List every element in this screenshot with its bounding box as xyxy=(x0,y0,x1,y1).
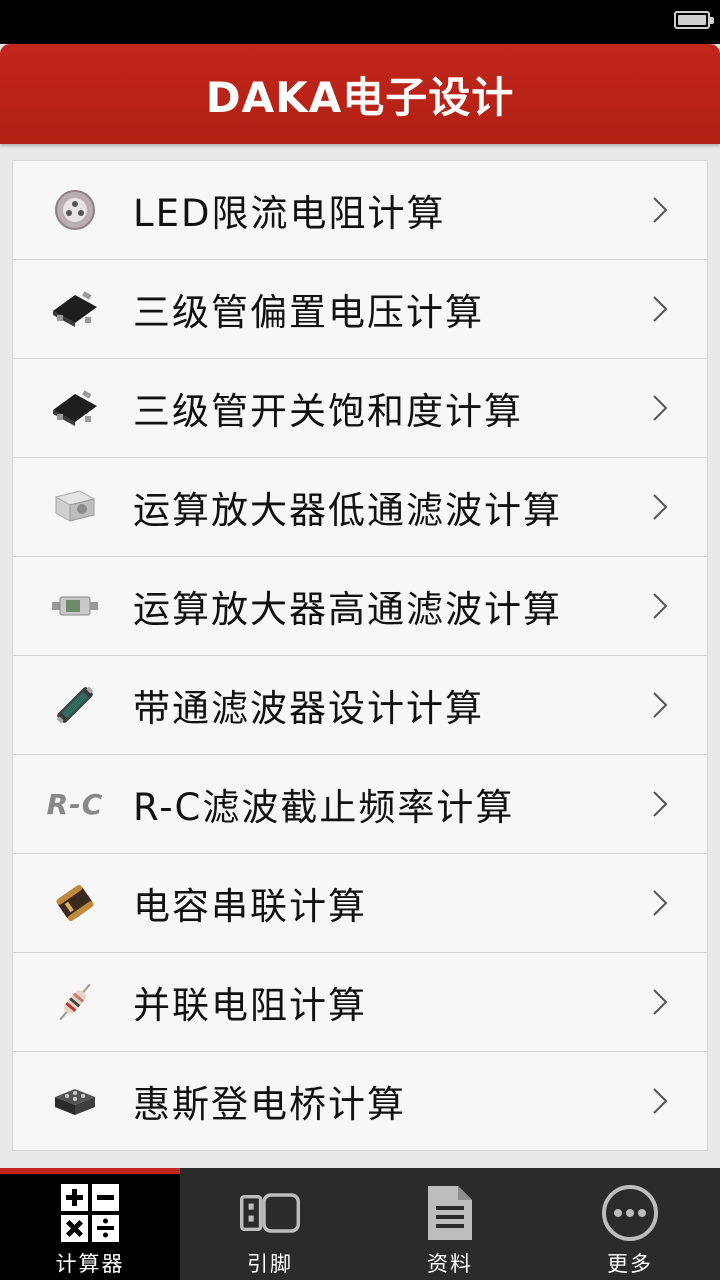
chevron-right-icon xyxy=(653,197,668,223)
list-item-label: 带通滤波器设计计算 xyxy=(133,687,484,730)
list-item-label: 运算放大器高通滤波计算 xyxy=(133,588,562,631)
tab-calculator[interactable]: 计算器 xyxy=(0,1168,180,1280)
bandpass-component-icon xyxy=(45,680,105,730)
tab-pinout[interactable]: 引脚 xyxy=(180,1168,360,1280)
tab-label: 更多 xyxy=(607,1252,653,1276)
list-item-label: 惠斯登电桥计算 xyxy=(133,1083,406,1126)
tab-label: 资料 xyxy=(427,1252,473,1276)
chevron-right-icon xyxy=(653,989,668,1015)
rc-text-icon: R-C xyxy=(46,787,104,821)
bottom-tab-bar: 计算器 引脚 资料 更多 xyxy=(0,1168,720,1280)
led-icon xyxy=(45,185,105,235)
list-item-rc-cutoff[interactable]: R-C R-C滤波截止频率计算 xyxy=(13,755,707,854)
list-item-capacitor-series[interactable]: 电容串联计算 xyxy=(13,854,707,953)
bridge-chip-icon xyxy=(45,1076,105,1126)
tab-documents[interactable]: 资料 xyxy=(360,1168,540,1280)
list-item-label: LED限流电阻计算 xyxy=(133,192,446,235)
pinout-icon xyxy=(240,1184,300,1242)
chevron-right-icon xyxy=(653,791,668,817)
list-item-transistor-switch[interactable]: 三级管开关饱和度计算 xyxy=(13,359,707,458)
chevron-right-icon xyxy=(653,296,668,322)
list-item-wheatstone-bridge[interactable]: 惠斯登电桥计算 xyxy=(13,1052,707,1151)
calculator-icon xyxy=(60,1184,120,1242)
capacitor-icon xyxy=(45,878,105,928)
list-item-opamp-lowpass[interactable]: 运算放大器低通滤波计算 xyxy=(13,458,707,557)
list-item-bandpass[interactable]: 带通滤波器设计计算 xyxy=(13,656,707,755)
connector-icon xyxy=(45,482,105,532)
list-item-label: 电容串联计算 xyxy=(133,885,367,928)
chevron-right-icon xyxy=(653,494,668,520)
chevron-right-icon xyxy=(653,1088,668,1114)
more-icon xyxy=(600,1184,660,1242)
filter-component-icon xyxy=(45,581,105,631)
document-icon xyxy=(420,1184,480,1242)
list-item-label: R-C滤波截止频率计算 xyxy=(133,786,515,829)
calculator-list: LED限流电阻计算 三级管偏置电压计算 三级管开关饱和度计算 运算放大器低通滤波… xyxy=(12,160,708,1151)
list-item-transistor-bias[interactable]: 三级管偏置电压计算 xyxy=(13,260,707,359)
page-title: DAKA电子设计 xyxy=(205,72,515,122)
list-item-label: 三级管开关饱和度计算 xyxy=(133,390,523,433)
transistor-icon xyxy=(45,383,105,433)
tab-label: 计算器 xyxy=(55,1252,125,1276)
status-bar xyxy=(0,0,720,44)
resistor-icon xyxy=(45,977,105,1027)
list-item-opamp-highpass[interactable]: 运算放大器高通滤波计算 xyxy=(13,557,707,656)
battery-icon xyxy=(674,11,714,29)
chevron-right-icon xyxy=(653,593,668,619)
title-bar: DAKA电子设计 xyxy=(0,44,720,144)
list-item-led-resistor[interactable]: LED限流电阻计算 xyxy=(13,161,707,260)
list-item-label: 三级管偏置电压计算 xyxy=(133,291,484,334)
chevron-right-icon xyxy=(653,395,668,421)
chevron-right-icon xyxy=(653,692,668,718)
list-item-label: 运算放大器低通滤波计算 xyxy=(133,489,562,532)
tab-label: 引脚 xyxy=(247,1252,293,1276)
tab-more[interactable]: 更多 xyxy=(540,1168,720,1280)
chevron-right-icon xyxy=(653,890,668,916)
list-item-label: 并联电阻计算 xyxy=(133,984,367,1027)
transistor-icon xyxy=(45,284,105,334)
list-item-parallel-resistor[interactable]: 并联电阻计算 xyxy=(13,953,707,1052)
